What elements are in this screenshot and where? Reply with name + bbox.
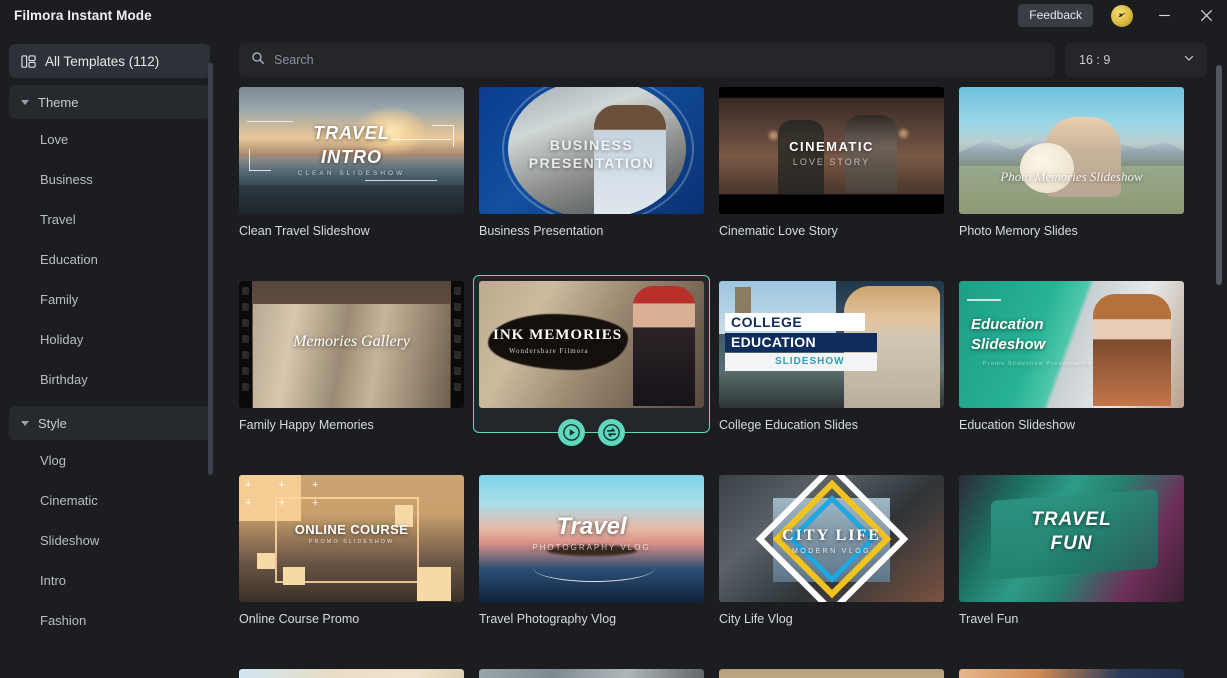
caret-down-icon	[21, 420, 29, 426]
template-card[interactable]: Education Slideshow Promo Slideshow Pres…	[959, 281, 1184, 433]
close-icon	[1200, 9, 1212, 22]
close-button[interactable]	[1185, 0, 1227, 31]
template-thumbnail: Travel PHOTOGRAPHY VLOG	[479, 475, 704, 602]
template-card-selected[interactable]: INK MEMORIES Wondershare Filmora	[473, 275, 710, 446]
sidebar-item-slideshow[interactable]: Slideshow	[9, 520, 210, 560]
title-bar: Filmora Instant Mode Feedback	[0, 0, 1227, 31]
sidebar-item-business[interactable]: Business	[9, 159, 210, 199]
template-card-title: Business Presentation	[479, 224, 604, 238]
template-thumbnail	[719, 669, 944, 678]
template-thumbnail	[239, 669, 464, 678]
sidebar-group-theme[interactable]: Theme	[9, 85, 210, 119]
sidebar-content: All Templates (112) Theme Love Business …	[0, 44, 219, 640]
sidebar-item-fashion[interactable]: Fashion	[9, 600, 210, 640]
sidebar: All Templates (112) Theme Love Business …	[0, 31, 219, 678]
layout-grid-icon	[21, 54, 36, 69]
sidebar-item-holiday[interactable]: Holiday	[9, 319, 210, 359]
template-thumbnail: Photo Memories Slideshow	[959, 87, 1184, 214]
template-card[interactable]	[719, 669, 944, 678]
sidebar-item-education[interactable]: Education	[9, 239, 210, 279]
template-card[interactable]: Travel PHOTOGRAPHY VLOG Travel Photograp…	[479, 475, 704, 627]
instant-mode-window: Filmora Instant Mode Feedback All Templa…	[0, 0, 1227, 678]
sidebar-item-birthday[interactable]: Birthday	[9, 359, 210, 399]
sidebar-item-family[interactable]: Family	[9, 279, 210, 319]
search-icon	[251, 51, 265, 70]
template-card[interactable]: Memories Gallery Family Happy Memories	[239, 281, 464, 433]
window-controls: Feedback	[1018, 0, 1227, 31]
sidebar-all-templates-label: All Templates (112)	[45, 53, 160, 69]
template-card[interactable]	[239, 669, 464, 678]
template-thumbnail	[959, 669, 1184, 678]
feedback-button[interactable]: Feedback	[1018, 3, 1093, 28]
app-title: Filmora Instant Mode	[14, 8, 152, 23]
template-card-title: Online Course Promo	[239, 612, 360, 626]
template-card[interactable]: COLLEGE EDUCATION SLIDESHOW College Educ…	[719, 281, 944, 433]
template-card[interactable]	[959, 669, 1184, 678]
template-card[interactable]: + + + + + + ONLINE COURSE PROMO SLIDESHO…	[239, 475, 464, 627]
template-card-title: Education Slideshow	[959, 418, 1076, 432]
swap-button[interactable]	[598, 418, 625, 446]
sidebar-item-all-templates[interactable]: All Templates (112)	[9, 44, 210, 78]
template-thumbnail: TRAVEL FUN	[959, 475, 1184, 602]
aspect-ratio-select[interactable]: 16 : 9	[1065, 43, 1207, 77]
template-thumbnail: BUSINESS PRESENTATION	[479, 87, 704, 214]
sidebar-group-style-label: Style	[38, 415, 67, 431]
play-icon	[563, 423, 580, 441]
template-card-title: Travel Photography Vlog	[479, 612, 617, 626]
minimize-icon	[1158, 14, 1170, 17]
template-card[interactable]: TRAVEL FUN Travel Fun	[959, 475, 1184, 627]
coin-badge-icon[interactable]	[1111, 4, 1133, 27]
template-card[interactable]: CINEMATIC LOVE STORY Cinematic Love Stor…	[719, 87, 944, 239]
template-card[interactable]: BUSINESS PRESENTATION Business Presentat…	[479, 87, 704, 239]
toolbar: 16 : 9	[239, 43, 1207, 77]
swap-icon	[603, 423, 620, 441]
template-grid: TRAVEL INTRO CLEAN SLIDESHOW Clean Trave…	[219, 87, 1227, 678]
aspect-ratio-value: 16 : 9	[1079, 53, 1111, 67]
template-thumbnail: CITY LIFE MODERN VLOG	[719, 475, 944, 602]
sidebar-item-love[interactable]: Love	[9, 119, 210, 159]
sidebar-group-style[interactable]: Style	[9, 406, 210, 440]
template-thumbnail: TRAVEL INTRO CLEAN SLIDESHOW	[239, 87, 464, 214]
caret-down-icon	[21, 99, 29, 105]
template-card-title: City Life Vlog	[719, 612, 793, 626]
template-thumbnail: Memories Gallery	[239, 281, 464, 408]
main-scrollbar-thumb[interactable]	[1216, 65, 1222, 285]
chevron-down-icon	[1183, 51, 1195, 69]
template-thumbnail	[479, 669, 704, 678]
template-card-title: Travel Fun	[959, 612, 1019, 626]
main-panel: 16 : 9	[219, 31, 1227, 678]
sidebar-item-intro[interactable]: Intro	[9, 560, 210, 600]
search-box[interactable]	[239, 43, 1055, 77]
template-card-title: Family Happy Memories	[239, 418, 374, 432]
template-card-title: College Education Slides	[719, 418, 858, 432]
play-button[interactable]	[558, 418, 585, 446]
template-card[interactable]: CITY LIFE MODERN VLOG City Life Vlog	[719, 475, 944, 627]
sidebar-item-cinematic[interactable]: Cinematic	[9, 480, 210, 520]
template-card[interactable]	[479, 669, 704, 678]
template-card-title: Cinematic Love Story	[719, 224, 838, 238]
sidebar-item-vlog[interactable]: Vlog	[9, 440, 210, 480]
template-grid-scroll-area[interactable]: TRAVEL INTRO CLEAN SLIDESHOW Clean Trave…	[219, 87, 1227, 678]
template-thumbnail: Education Slideshow Promo Slideshow Pres…	[959, 281, 1184, 408]
minimize-button[interactable]	[1143, 0, 1185, 31]
template-thumbnail: COLLEGE EDUCATION SLIDESHOW	[719, 281, 944, 408]
template-thumbnail: + + + + + + ONLINE COURSE PROMO SLIDESHO…	[239, 475, 464, 602]
template-hover-actions	[479, 414, 704, 450]
template-card[interactable]: TRAVEL INTRO CLEAN SLIDESHOW Clean Trave…	[239, 87, 464, 239]
template-card-title: Clean Travel Slideshow	[239, 224, 370, 238]
sidebar-scrollbar-thumb[interactable]	[208, 63, 213, 475]
coin-glyph-icon	[1117, 13, 1126, 18]
template-thumbnail: INK MEMORIES Wondershare Filmora	[479, 281, 704, 408]
template-thumbnail: CINEMATIC LOVE STORY	[719, 87, 944, 214]
search-input[interactable]	[274, 53, 1043, 67]
sidebar-group-theme-label: Theme	[38, 94, 79, 110]
template-card[interactable]: Photo Memories Slideshow Photo Memory Sl…	[959, 87, 1184, 239]
template-card-title: Photo Memory Slides	[959, 224, 1078, 238]
sidebar-item-travel[interactable]: Travel	[9, 199, 210, 239]
